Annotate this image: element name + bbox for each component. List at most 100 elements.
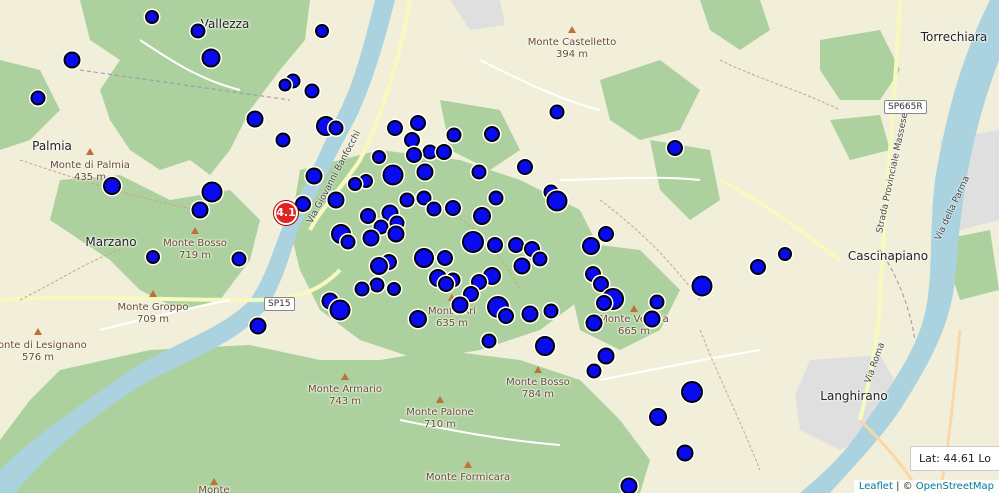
map-marker[interactable]	[484, 126, 500, 142]
map-marker[interactable]	[369, 277, 385, 293]
map-marker[interactable]	[387, 282, 401, 296]
map-marker[interactable]	[513, 257, 531, 275]
map-marker[interactable]	[404, 132, 420, 148]
map-marker[interactable]	[246, 110, 264, 128]
map-marker[interactable]	[145, 10, 159, 24]
map-marker[interactable]	[649, 294, 665, 310]
peak-label-castelletto: Monte Castelletto 394 m	[527, 37, 617, 60]
map-marker[interactable]	[517, 159, 533, 175]
map-marker[interactable]	[382, 164, 404, 186]
map-marker[interactable]	[508, 237, 524, 253]
peak-icon	[436, 396, 444, 403]
map-marker[interactable]	[370, 257, 388, 275]
map-marker[interactable]	[426, 201, 442, 217]
map-marker[interactable]	[231, 251, 247, 267]
map-marker[interactable]	[406, 147, 422, 163]
map-marker[interactable]	[778, 247, 792, 261]
map-marker[interactable]	[362, 229, 380, 247]
peak-icon	[630, 305, 638, 312]
map-marker[interactable]	[436, 144, 452, 160]
map-marker[interactable]	[387, 120, 403, 136]
map-marker[interactable]	[488, 190, 504, 206]
peak-icon	[341, 373, 349, 380]
map-marker[interactable]	[473, 207, 491, 225]
peak-label-armario: Monte Armario 743 m	[308, 384, 382, 407]
map-marker[interactable]	[315, 24, 329, 38]
map-marker[interactable]	[681, 381, 703, 403]
map-marker[interactable]	[416, 163, 434, 181]
osm-link[interactable]: OpenStreetMap	[916, 481, 994, 492]
peak-icon	[568, 26, 576, 33]
map-marker[interactable]	[582, 237, 600, 255]
place-label-palmia: Palmia	[32, 139, 72, 153]
map-marker[interactable]	[586, 363, 602, 379]
map-marker[interactable]	[328, 120, 344, 136]
map-marker[interactable]	[437, 250, 453, 266]
map-marker[interactable]	[201, 48, 221, 68]
map-marker[interactable]	[409, 310, 427, 328]
map-marker[interactable]	[598, 226, 614, 242]
map-marker[interactable]	[487, 237, 503, 253]
map-marker[interactable]	[521, 305, 539, 323]
map-marker[interactable]	[360, 208, 376, 224]
map-marker[interactable]	[471, 164, 487, 180]
place-label-cascinapiano: Cascinapiano	[847, 249, 929, 263]
map-marker[interactable]	[532, 251, 548, 267]
map-marker[interactable]	[414, 248, 434, 268]
place-label-langhirano: Langhirano	[820, 389, 888, 403]
map-marker[interactable]	[585, 314, 603, 332]
peak-icon	[534, 366, 542, 373]
map-marker[interactable]	[348, 177, 362, 191]
map-marker[interactable]	[190, 23, 206, 39]
map-marker[interactable]	[667, 140, 683, 156]
map-marker[interactable]	[498, 308, 514, 324]
map-marker[interactable]	[191, 201, 209, 219]
road-shield-sp15: SP15	[264, 297, 295, 311]
map-attribution: Leaflet | © OpenStreetMap	[853, 480, 999, 493]
peak-icon	[149, 290, 157, 297]
map-marker[interactable]	[446, 127, 462, 143]
map-marker[interactable]	[643, 310, 661, 328]
peak-icon	[34, 328, 42, 335]
map-marker[interactable]	[354, 281, 370, 297]
map-marker[interactable]	[549, 104, 565, 120]
map-marker[interactable]	[543, 303, 559, 319]
leaflet-link[interactable]: Leaflet	[859, 481, 893, 492]
map-marker[interactable]	[535, 336, 555, 356]
map-marker[interactable]	[481, 333, 497, 349]
map-marker[interactable]	[410, 115, 426, 131]
map-marker[interactable]	[620, 477, 638, 493]
cluster-marker[interactable]: 4.1	[274, 201, 298, 225]
map-marker[interactable]	[305, 167, 323, 185]
map-marker[interactable]	[146, 250, 160, 264]
map-marker[interactable]	[372, 150, 386, 164]
map-marker[interactable]	[249, 317, 267, 335]
peak-label-bosso-784: Monte Bosso 784 m	[506, 377, 570, 400]
map-view[interactable]: Vallezza Torrechiara Palmia Marzano Casc…	[0, 0, 999, 493]
map-marker[interactable]	[387, 225, 405, 243]
map-marker[interactable]	[445, 200, 461, 216]
map-marker[interactable]	[304, 83, 320, 99]
map-marker[interactable]	[340, 234, 356, 250]
map-marker[interactable]	[546, 190, 568, 212]
map-marker[interactable]	[63, 51, 81, 69]
map-marker[interactable]	[201, 181, 223, 203]
peak-label-formicara: Monte Formicara	[425, 472, 511, 483]
map-marker[interactable]	[275, 132, 291, 148]
map-marker[interactable]	[750, 259, 766, 275]
map-marker[interactable]	[103, 177, 121, 195]
map-marker[interactable]	[691, 275, 713, 297]
map-marker[interactable]	[676, 444, 694, 462]
map-marker[interactable]	[278, 78, 292, 92]
map-marker[interactable]	[596, 295, 612, 311]
map-marker[interactable]	[649, 408, 667, 426]
map-marker[interactable]	[597, 347, 615, 365]
map-marker[interactable]	[327, 191, 345, 209]
map-marker[interactable]	[329, 299, 351, 321]
map-marker[interactable]	[30, 90, 46, 106]
peak-label-palone: Monte Palone 710 m	[406, 407, 474, 430]
map-marker[interactable]	[438, 276, 454, 292]
map-marker[interactable]	[462, 231, 484, 253]
map-marker[interactable]	[399, 192, 415, 208]
map-marker[interactable]	[451, 296, 469, 314]
